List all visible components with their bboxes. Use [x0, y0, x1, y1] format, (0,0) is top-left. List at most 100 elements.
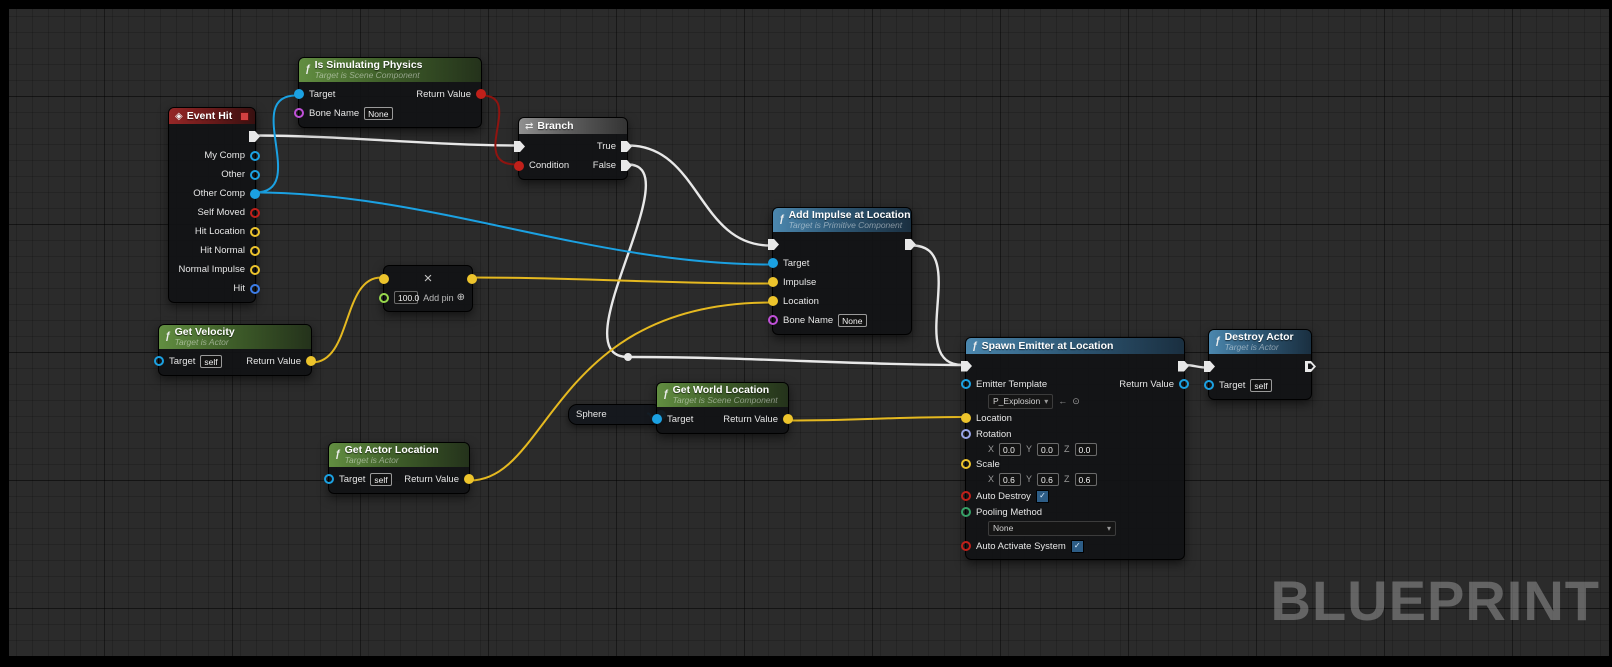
node-get-actor-location[interactable]: ƒ Get Actor Location Target is Actor Tar… — [328, 442, 470, 494]
node-add-impulse-at-location[interactable]: ƒ Add Impulse at Location Target is Prim… — [772, 207, 912, 335]
pin-row: My Comp — [169, 146, 255, 165]
blueprint-graph-canvas[interactable]: BLUEPRINT ◈ Event Hit My Comp — [0, 0, 1612, 667]
bone-name-field[interactable]: None — [838, 314, 866, 327]
hit-normal-pin[interactable] — [250, 246, 260, 256]
pin-label: Return Value — [723, 414, 778, 425]
axis-label: Z — [1064, 474, 1070, 484]
target-pin[interactable] — [324, 474, 334, 484]
pin-label: Return Value — [246, 356, 301, 367]
delegate-pin[interactable] — [240, 112, 249, 121]
node-header: ƒ Spawn Emitter at Location — [966, 338, 1184, 354]
wire-issim-return-to-condition[interactable] — [482, 96, 516, 165]
target-pin[interactable] — [294, 89, 304, 99]
node-is-simulating-physics[interactable]: ƒ Is Simulating Physics Target is Scene … — [298, 57, 482, 128]
node-get-world-location[interactable]: ƒ Get World Location Target is Scene Com… — [656, 382, 789, 434]
target-self-field[interactable]: self — [1250, 379, 1271, 392]
emitter-template-dropdown[interactable]: P_Explosion ▾ — [988, 394, 1053, 409]
target-pin[interactable] — [768, 258, 778, 268]
exec-in-pin[interactable] — [768, 239, 779, 250]
event-icon: ◈ — [175, 111, 183, 122]
wire-exec-true-to-addimpulse[interactable] — [628, 146, 770, 246]
rotation-y-field[interactable]: 0.0 — [1037, 443, 1059, 456]
exec-in-pin[interactable] — [1204, 361, 1215, 372]
auto-activate-checkbox[interactable]: ✓ — [1071, 540, 1084, 553]
add-pin-button[interactable]: Add pin ⊕ — [423, 292, 465, 303]
wire-othercomp-to-addimpulse-target[interactable] — [255, 193, 770, 265]
multiply-input-a-pin[interactable] — [379, 274, 389, 284]
exec-in-pin[interactable] — [514, 141, 525, 152]
node-header: ƒ Add Impulse at Location Target is Prim… — [773, 208, 911, 232]
target-self-field[interactable]: self — [370, 473, 391, 486]
pin-row: Rotation — [966, 427, 1184, 441]
pin-label: Target — [783, 258, 809, 269]
normal-impulse-pin[interactable] — [250, 265, 260, 275]
pin-label: Hit Location — [195, 226, 245, 237]
scale-y-field[interactable]: 0.6 — [1037, 473, 1059, 486]
rotation-z-field[interactable]: 0.0 — [1075, 443, 1097, 456]
wire-exec-reroute-to-spawn[interactable] — [628, 357, 963, 365]
rotation-pin[interactable] — [961, 429, 971, 439]
axis-label: Z — [1064, 444, 1070, 454]
scale-x-field[interactable]: 0.6 — [999, 473, 1021, 486]
self-moved-pin[interactable] — [250, 208, 260, 218]
function-icon: ƒ — [335, 449, 341, 460]
wire-exec-false-to-reroute[interactable] — [607, 165, 646, 358]
node-header: ⇄ Branch — [519, 118, 627, 134]
node-destroy-actor[interactable]: ƒ Destroy Actor Target is Actor Target s… — [1208, 329, 1312, 400]
wire-getvelocity-to-multiply[interactable] — [312, 278, 381, 363]
rotation-x-field[interactable]: 0.0 — [999, 443, 1021, 456]
bone-name-pin[interactable] — [768, 315, 778, 325]
node-spawn-emitter-at-location[interactable]: ƒ Spawn Emitter at Location Emitter Temp… — [965, 337, 1185, 560]
impulse-pin[interactable] — [768, 277, 778, 287]
wire-multiply-to-impulse[interactable] — [473, 278, 770, 284]
pin-label: Return Value — [416, 89, 471, 100]
my-comp-pin[interactable] — [250, 151, 260, 161]
browse-asset-icon[interactable]: ⊙ — [1072, 397, 1080, 406]
multiply-input-b-pin[interactable] — [379, 293, 389, 303]
emitter-template-pin[interactable] — [961, 379, 971, 389]
auto-destroy-checkbox[interactable]: ✓ — [1036, 490, 1049, 503]
wire-exec-event-to-branch[interactable] — [255, 136, 516, 146]
auto-activate-system-pin[interactable] — [961, 541, 971, 551]
bone-name-field[interactable]: None — [364, 107, 392, 120]
bone-name-pin[interactable] — [294, 108, 304, 118]
target-pin[interactable] — [652, 414, 662, 424]
multiply-output-pin[interactable] — [467, 274, 477, 284]
node-branch[interactable]: ⇄ Branch True Condition False — [518, 117, 628, 180]
node-header: ◈ Event Hit — [169, 108, 255, 124]
node-event-hit[interactable]: ◈ Event Hit My Comp Other Other Comp Sel… — [168, 107, 256, 303]
pooling-method-dropdown[interactable]: None ▾ — [988, 521, 1116, 536]
hit-location-pin[interactable] — [250, 227, 260, 237]
pooling-method-pin[interactable] — [961, 507, 971, 517]
scale-z-field[interactable]: 0.6 — [1075, 473, 1097, 486]
node-sphere-variable[interactable]: Sphere — [568, 404, 662, 425]
wire-othercomp-to-issim-target[interactable] — [255, 96, 296, 193]
node-get-velocity[interactable]: ƒ Get Velocity Target is Actor Target se… — [158, 324, 312, 376]
location-pin[interactable] — [961, 413, 971, 423]
condition-pin[interactable] — [514, 161, 524, 171]
auto-destroy-pin[interactable] — [961, 491, 971, 501]
pin-label: My Comp — [204, 150, 245, 161]
pin-label: Target — [339, 474, 365, 485]
wire-exec-addimpulse-to-spawn[interactable] — [912, 246, 963, 366]
return-value-pin[interactable] — [1179, 379, 1189, 389]
other-pin[interactable] — [250, 170, 260, 180]
scale-pin[interactable] — [961, 459, 971, 469]
pin-row: Other — [169, 165, 255, 184]
multiply-value-field[interactable]: 100.0 — [394, 291, 418, 304]
target-pin[interactable] — [154, 356, 164, 366]
node-subtitle: Target is Scene Component — [315, 71, 423, 80]
exec-in-pin[interactable] — [961, 361, 972, 372]
location-pin[interactable] — [768, 296, 778, 306]
node-multiply[interactable]: × 100.0 Add pin ⊕ — [383, 265, 473, 312]
other-comp-pin[interactable] — [250, 189, 260, 199]
target-pin[interactable] — [1204, 380, 1214, 390]
wire-getworldloc-to-spawnlocation[interactable] — [788, 417, 963, 421]
pin-row: Impulse — [773, 273, 911, 292]
hit-pin[interactable] — [250, 284, 260, 294]
target-self-field[interactable]: self — [200, 355, 221, 368]
pin-label: Hit Normal — [200, 245, 245, 256]
reroute-node[interactable] — [624, 353, 632, 361]
use-selected-asset-icon[interactable]: ← — [1058, 397, 1067, 406]
function-icon: ƒ — [663, 389, 669, 400]
